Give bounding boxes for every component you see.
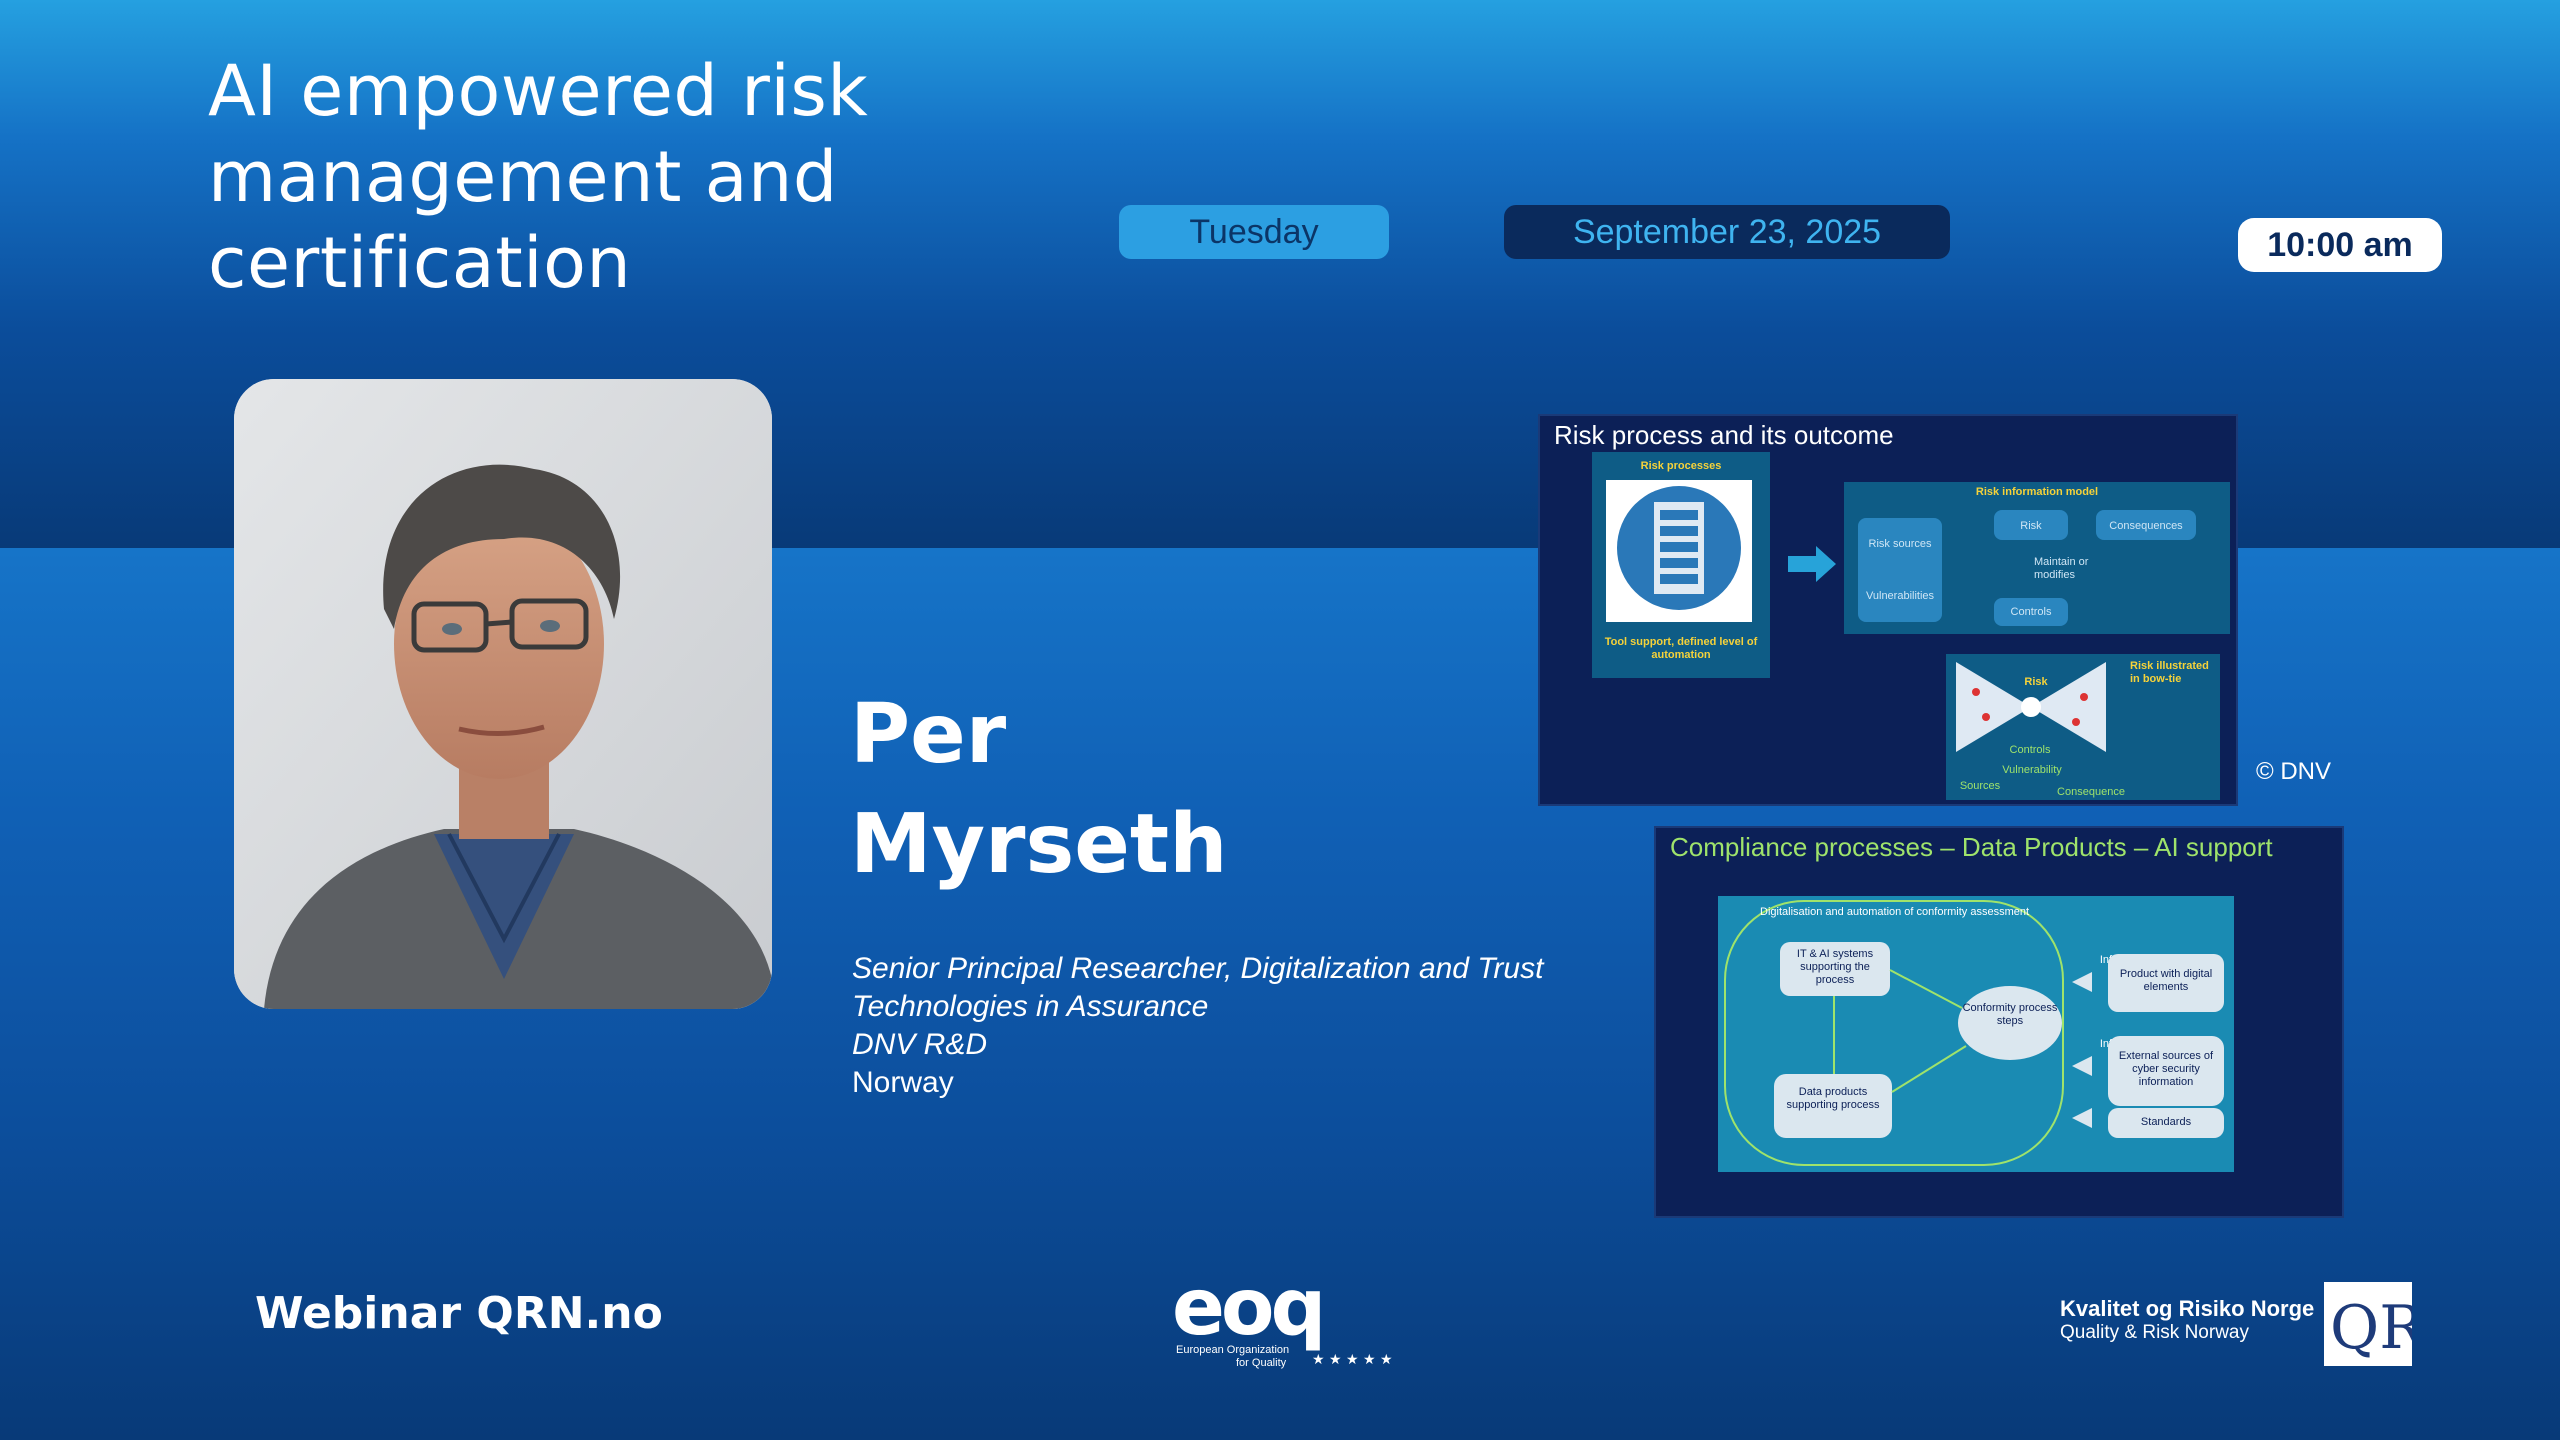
qrn-logo-text: QR: [2330, 1293, 2412, 1363]
risk-info-model-panel: Risk information model Risk sources Vuln…: [1844, 482, 2230, 634]
tool-support-label: Tool support, defined level of automatio…: [1604, 636, 1758, 661]
eoq-logo: eoq European Organization for Quality ★ …: [1172, 1268, 1392, 1378]
speaker-photo: [234, 379, 772, 1009]
bowtie-vulnerability-label: Vulnerability: [2002, 764, 2062, 776]
speaker-portrait: [234, 379, 772, 1009]
eoq-subtitle-line: European Organization: [1176, 1344, 1290, 1356]
risk-process-figure: [1606, 480, 1752, 622]
bowtie-risk-label: Risk: [2024, 676, 2048, 688]
qrn-subtitle: Quality & Risk Norway: [2060, 1322, 2249, 1343]
speaker-role-line: DNV R&D: [852, 1028, 988, 1061]
date-badge: September 23, 2025: [1504, 205, 1950, 259]
cycle-icon: [1617, 486, 1741, 610]
standards-label: Standards: [2140, 1116, 2192, 1128]
webinar-label: Webinar QRN.no: [255, 1288, 663, 1339]
maintain-label: Maintain or modifies: [2034, 556, 2089, 581]
event-title: AI empowered risk management and certifi…: [208, 48, 968, 306]
bowtie-panel: Risk illustrated in bow-tie Risk Control…: [1946, 654, 2220, 800]
bowtie-sources-label: Sources: [1959, 780, 2001, 792]
external-sources-label: External sources of cyber security infor…: [2118, 1050, 2214, 1088]
speaker-country: Norway: [852, 1066, 954, 1099]
risk-info-model-label: Risk information model: [1975, 486, 2099, 498]
eoq-subtitle: European Organization for Quality: [1176, 1344, 1289, 1370]
eoq-subtitle-line: for Quality: [1236, 1357, 1287, 1369]
risk-processes-label: Risk processes: [1640, 460, 1722, 472]
slide-compliance: Compliance processes – Data Products – A…: [1654, 826, 2344, 1218]
speaker-name: Per Myrseth: [850, 680, 1228, 900]
arrow-right-icon: [1788, 546, 1836, 582]
vulnerabilities-label: Vulnerabilities: [1865, 590, 1935, 602]
event-title-line: AI empowered risk: [208, 50, 869, 132]
risk-processes-panel: Risk processes Tool support, defined lev…: [1592, 452, 1770, 678]
time-badge: 10:00 am: [2238, 218, 2442, 272]
consequences-label: Consequences: [2109, 520, 2183, 532]
bowtie-label: Risk illustrated in bow-tie: [2130, 660, 2209, 685]
event-title-line: management and: [208, 136, 838, 218]
speaker-last-name: Myrseth: [850, 797, 1228, 892]
day-badge: Tuesday: [1119, 205, 1389, 259]
risk-label: Risk: [2020, 520, 2042, 532]
slide-title: Risk process and its outcome: [1554, 420, 1894, 450]
stars-icon: ★ ★ ★ ★ ★: [1312, 1352, 1392, 1368]
speaker-role-line: Senior Principal Researcher, Digitalizat…: [852, 952, 1544, 985]
speaker-role-line: Technologies in Assurance: [852, 990, 1209, 1023]
risk-sources-label: Risk sources: [1868, 538, 1932, 550]
product-label: Product with digital elements: [2119, 968, 2213, 993]
slide-title: Compliance processes – Data Products – A…: [1670, 832, 2273, 862]
eoq-wordmark: eoq: [1172, 1263, 1326, 1353]
svg-text:★ ★ ★ ★ ★: ★ ★ ★ ★ ★: [1312, 1352, 1392, 1368]
speaker-first-name: Per: [850, 687, 1007, 782]
qrn-logo: QR: [2324, 1282, 2426, 1366]
controls-label: Controls: [2010, 606, 2052, 618]
qrn-logo-mark: QR: [2330, 1293, 2426, 1363]
risk-sources-cylinder: [1858, 518, 1942, 622]
qrn-brand: Kvalitet og Risiko Norge Quality & Risk …: [2060, 1296, 2314, 1344]
copyright-text: © DNV: [2256, 758, 2332, 785]
bowtie-consequence-label: Consequence: [2057, 786, 2125, 798]
event-title-line: certification: [208, 222, 632, 304]
slide-risk-process: Risk process and its outcome Risk proces…: [1538, 414, 2238, 806]
compliance-diagram: Digitalisation and automation of conform…: [1718, 896, 2234, 1172]
speaker-role: Senior Principal Researcher, Digitalizat…: [852, 950, 1612, 1064]
bowtie-controls-label: Controls: [2009, 744, 2051, 756]
qrn-name: Kvalitet og Risiko Norge: [2060, 1296, 2315, 1321]
